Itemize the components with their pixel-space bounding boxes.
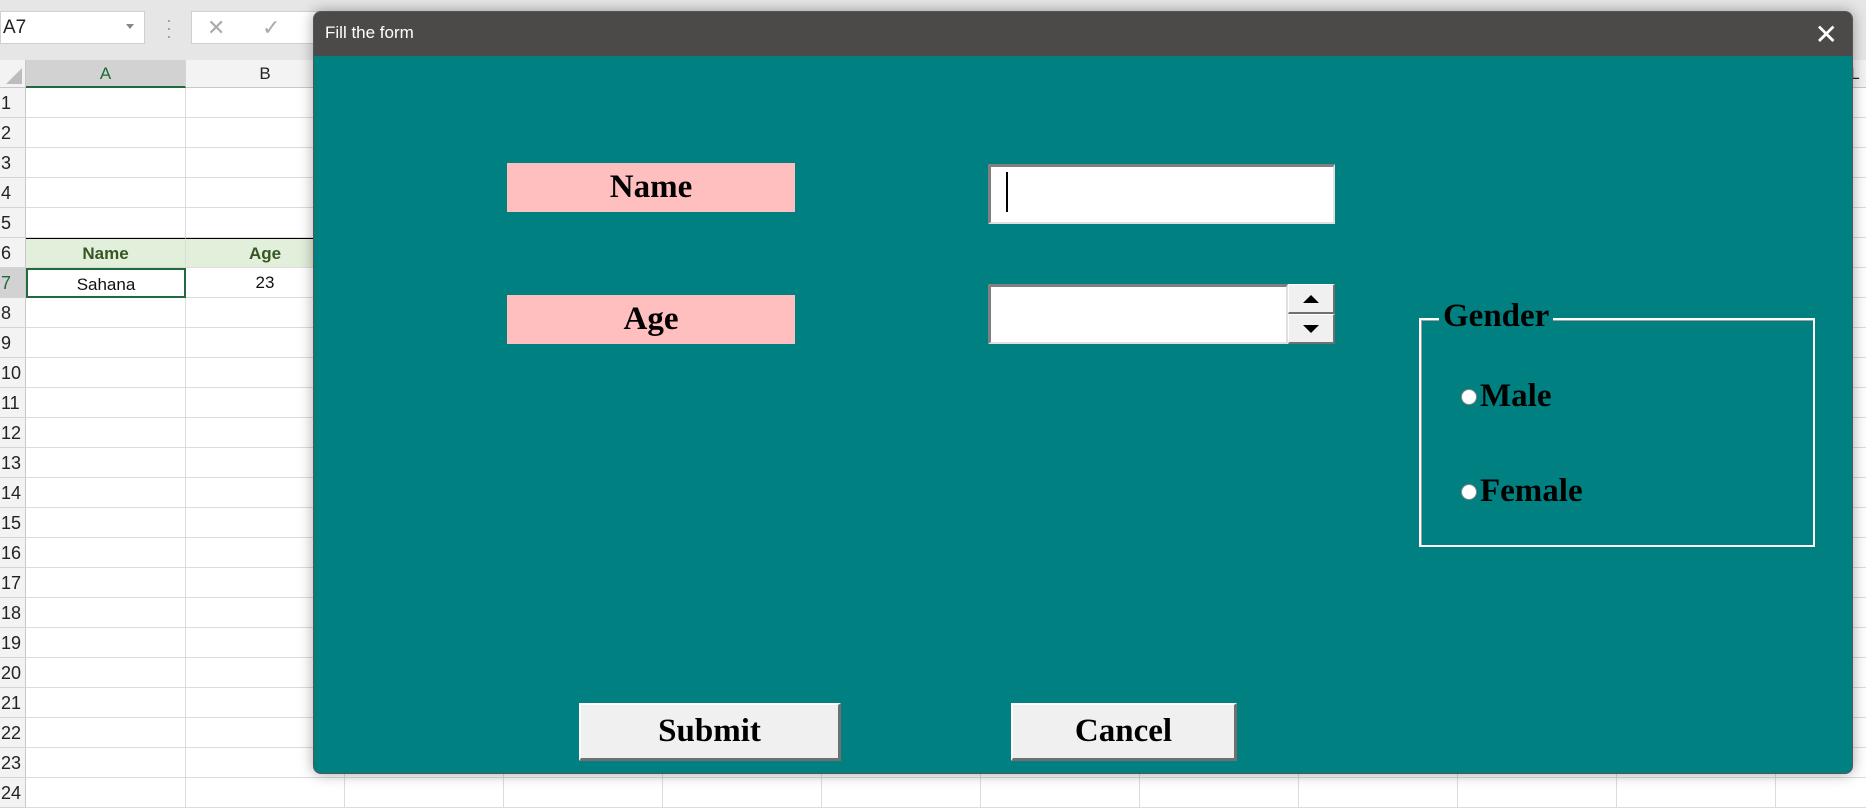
row-header-18[interactable]: 18 (0, 598, 26, 628)
dialog-titlebar[interactable]: Fill the form ✕ (314, 12, 1852, 56)
age-spin-up-button[interactable] (1288, 284, 1335, 314)
cell-A21[interactable] (26, 688, 186, 718)
row-header-10[interactable]: 10 (0, 358, 26, 388)
row-header-17[interactable]: 17 (0, 568, 26, 598)
row-header-9[interactable]: 9 (0, 328, 26, 358)
cell-A23[interactable] (26, 748, 186, 778)
name-box-value: A7 (3, 17, 27, 38)
cell-A3[interactable] (26, 148, 186, 178)
more-icon: · · · (166, 10, 172, 46)
row-header-4[interactable]: 4 (0, 178, 26, 208)
row-header-15[interactable]: 15 (0, 508, 26, 538)
cell-A14[interactable] (26, 478, 186, 508)
cell-A22[interactable] (26, 718, 186, 748)
cell-D24[interactable] (504, 778, 663, 808)
check-icon[interactable]: ✓ (262, 15, 280, 41)
name-input[interactable] (988, 164, 1335, 224)
cell-I24[interactable] (1299, 778, 1458, 808)
row-header-22[interactable]: 22 (0, 718, 26, 748)
age-input[interactable] (988, 284, 1288, 344)
cell-H24[interactable] (1140, 778, 1299, 808)
cell-A10[interactable] (26, 358, 186, 388)
row-header-19[interactable]: 19 (0, 628, 26, 658)
chevron-down-icon[interactable] (126, 24, 134, 29)
name-label: Name (507, 163, 795, 212)
fill-form-dialog: Fill the form ✕ Name Age Gender Male Fem… (313, 11, 1853, 774)
cell-L24[interactable] (1776, 778, 1866, 808)
radio-female-label: Female (1480, 473, 1583, 509)
cell-A17[interactable] (26, 568, 186, 598)
cell-A1[interactable] (26, 88, 186, 118)
submit-button[interactable]: Submit (579, 703, 841, 761)
gender-frame: Gender Male Female (1419, 298, 1815, 547)
dialog-title: Fill the form (325, 23, 414, 42)
x-icon[interactable]: ✕ (207, 15, 225, 41)
triangle-down-icon (1303, 325, 1319, 333)
row-header-20[interactable]: 20 (0, 658, 26, 688)
row-header-11[interactable]: 11 (0, 388, 26, 418)
radio-circle-icon[interactable] (1461, 388, 1477, 405)
cell-A4[interactable] (26, 178, 186, 208)
cell-A7[interactable]: Sahana (26, 268, 186, 298)
radio-circle-icon[interactable] (1461, 483, 1477, 500)
close-icon[interactable]: ✕ (1815, 18, 1838, 51)
cell-A13[interactable] (26, 448, 186, 478)
age-label: Age (507, 295, 795, 344)
cell-A18[interactable] (26, 598, 186, 628)
radio-female[interactable]: Female (1461, 473, 1583, 510)
cancel-button[interactable]: Cancel (1011, 703, 1237, 761)
cell-F24[interactable] (822, 778, 981, 808)
row-header-7[interactable]: 7 (0, 268, 26, 298)
gender-legend: Gender (1439, 298, 1554, 335)
name-box[interactable]: A7 (0, 11, 145, 44)
row-header-1[interactable]: 1 (0, 88, 26, 118)
select-all-corner[interactable] (0, 60, 26, 88)
row-header-23[interactable]: 23 (0, 748, 26, 778)
cell-A15[interactable] (26, 508, 186, 538)
row-header-5[interactable]: 5 (0, 208, 26, 238)
cell-A11[interactable] (26, 388, 186, 418)
radio-male[interactable]: Male (1461, 378, 1551, 415)
cell-B24[interactable] (186, 778, 345, 808)
cell-C24[interactable] (345, 778, 504, 808)
row-header-24[interactable]: 24 (0, 778, 26, 808)
cell-A6[interactable]: Name (26, 238, 186, 268)
column-header-A[interactable]: A (26, 60, 186, 88)
cell-A5[interactable] (26, 208, 186, 238)
cell-A9[interactable] (26, 328, 186, 358)
cell-E24[interactable] (663, 778, 822, 808)
cell-A20[interactable] (26, 658, 186, 688)
cell-A16[interactable] (26, 538, 186, 568)
row-header-16[interactable]: 16 (0, 538, 26, 568)
radio-male-label: Male (1480, 378, 1552, 414)
row-header-14[interactable]: 14 (0, 478, 26, 508)
row-header-3[interactable]: 3 (0, 148, 26, 178)
row-header-2[interactable]: 2 (0, 118, 26, 148)
cell-A8[interactable] (26, 298, 186, 328)
row-header-8[interactable]: 8 (0, 298, 26, 328)
cell-K24[interactable] (1617, 778, 1776, 808)
row-header-21[interactable]: 21 (0, 688, 26, 718)
cell-A12[interactable] (26, 418, 186, 448)
age-spin-down-button[interactable] (1288, 314, 1335, 344)
row-header-12[interactable]: 12 (0, 418, 26, 448)
cell-J24[interactable] (1458, 778, 1617, 808)
cell-A24[interactable] (26, 778, 186, 808)
row-header-6[interactable]: 6 (0, 238, 26, 268)
row-header-13[interactable]: 13 (0, 448, 26, 478)
cell-G24[interactable] (981, 778, 1140, 808)
text-caret (1006, 172, 1008, 212)
triangle-up-icon (1303, 295, 1319, 303)
cell-A19[interactable] (26, 628, 186, 658)
cell-A2[interactable] (26, 118, 186, 148)
